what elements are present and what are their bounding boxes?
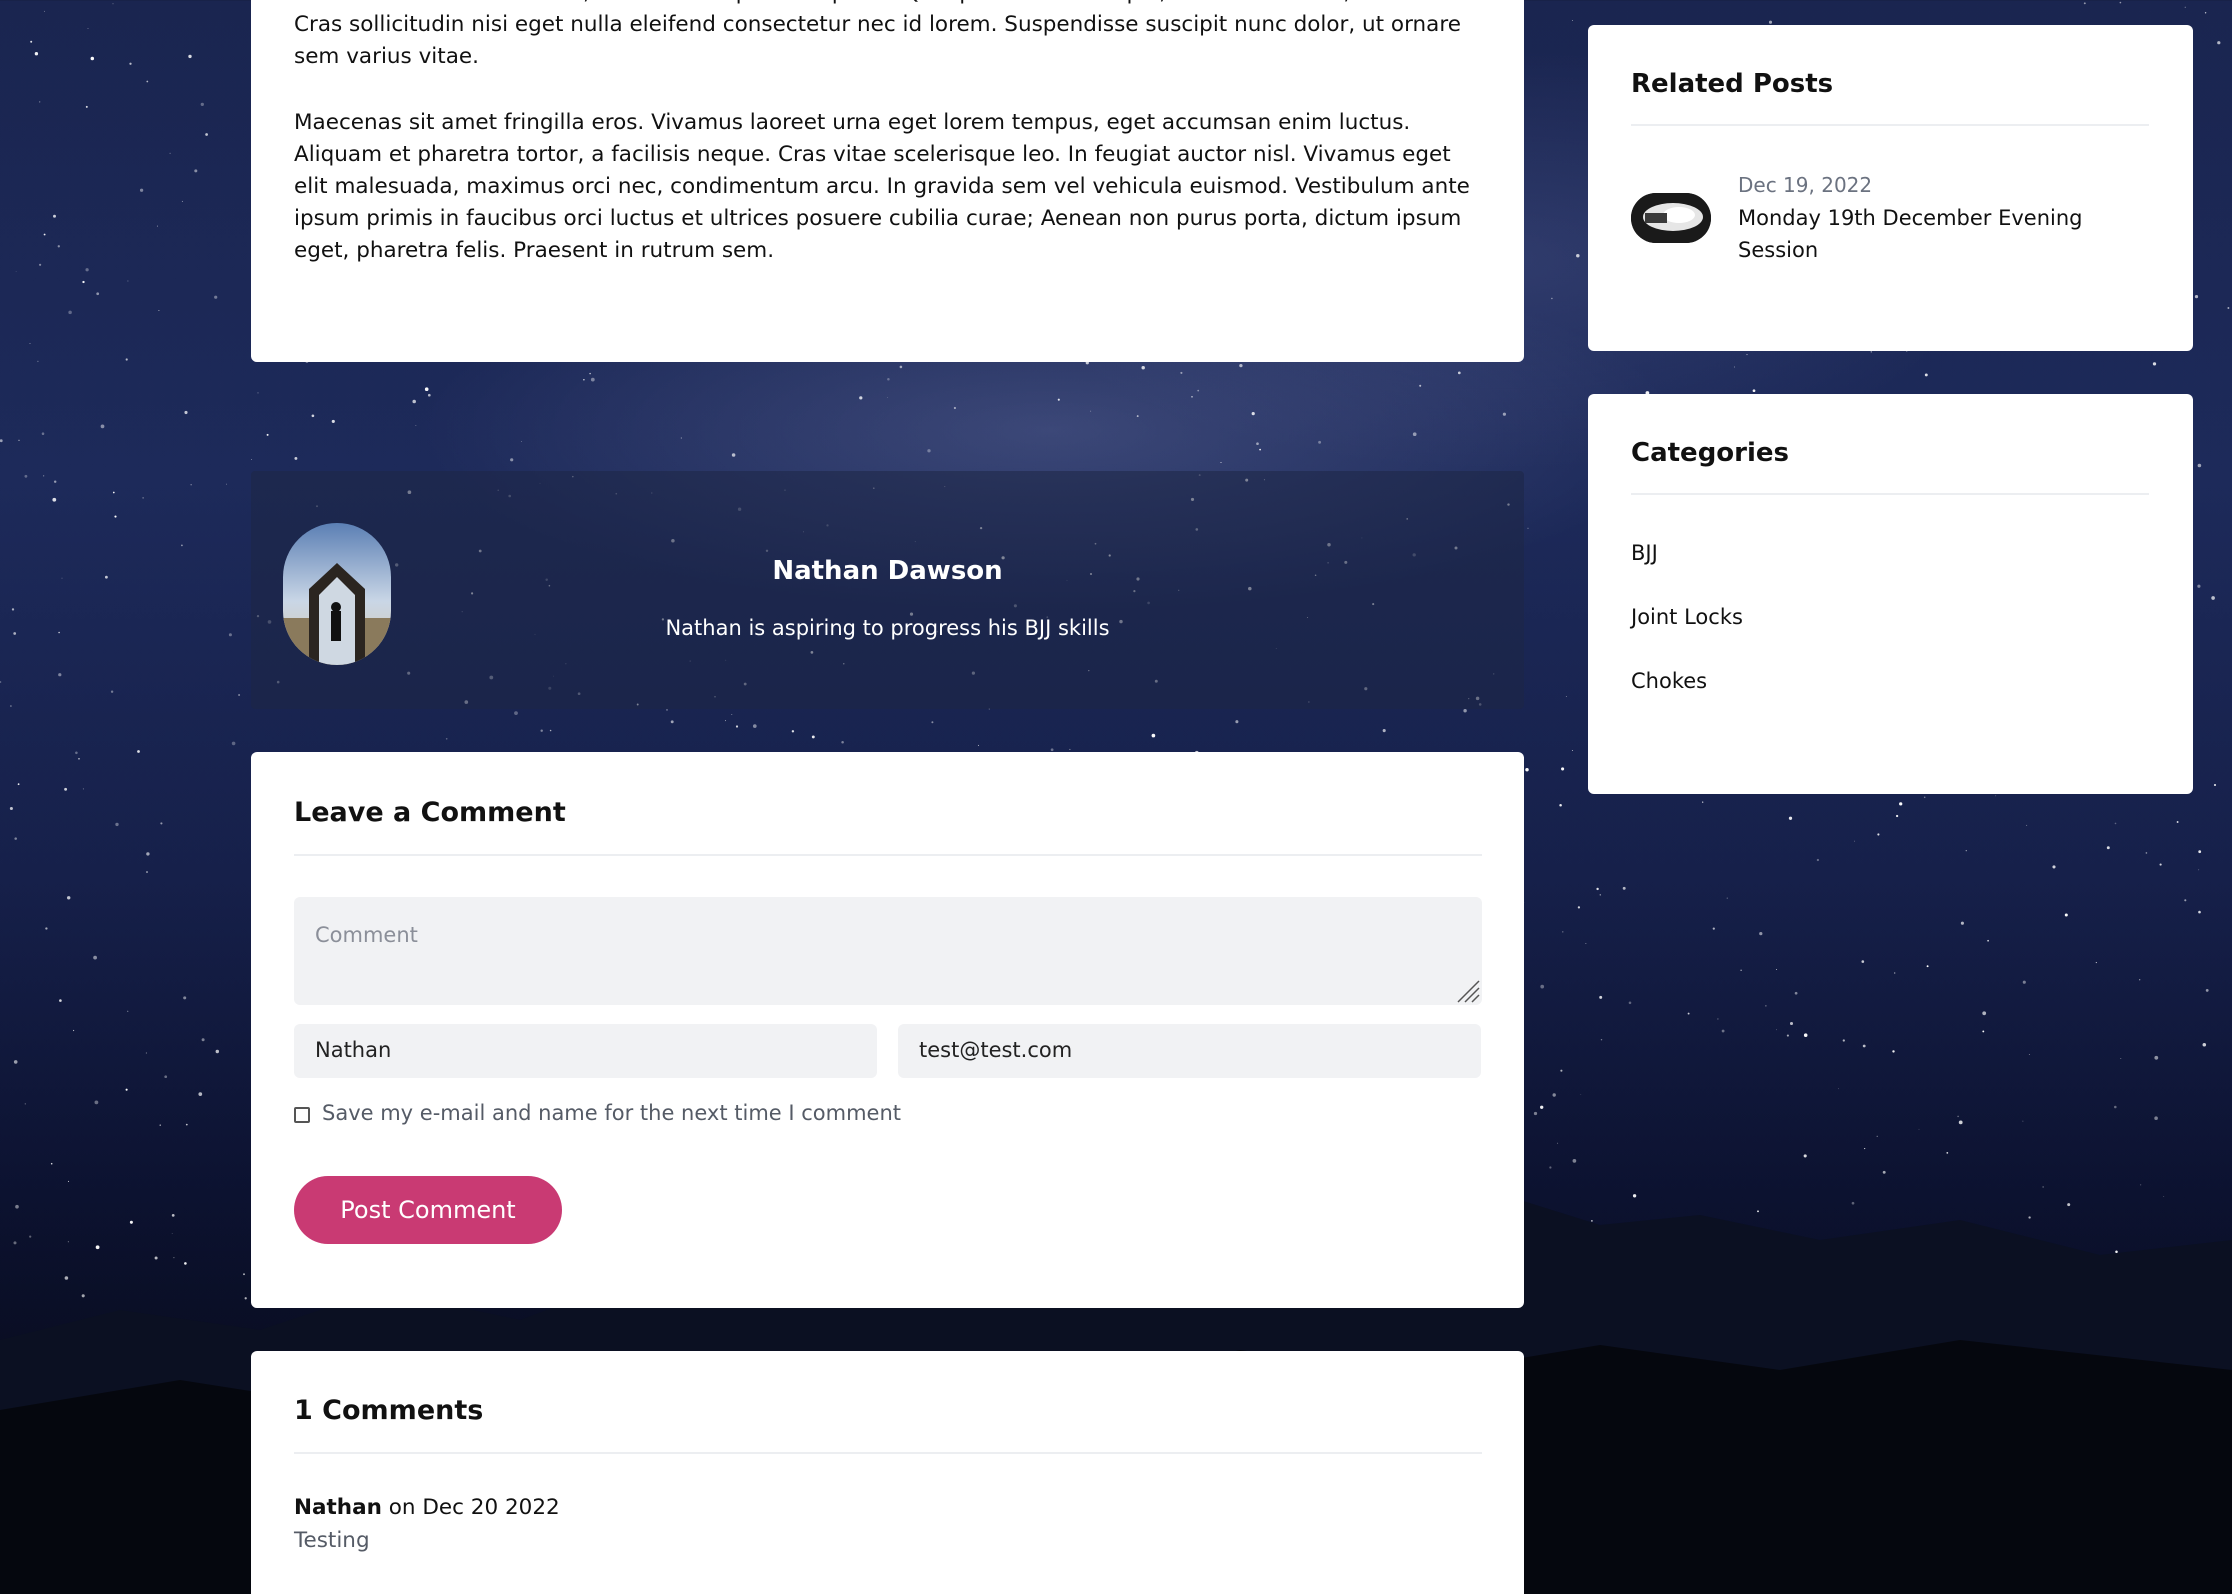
- email-field[interactable]: test@test.com: [898, 1024, 1481, 1078]
- email-field-value: test@test.com: [919, 1038, 1073, 1062]
- author-box: Nathan Dawson Nathan is aspiring to prog…: [251, 471, 1524, 709]
- comment-meta: Nathan on Dec 20 2022: [294, 1495, 560, 1520]
- save-info-checkbox[interactable]: [294, 1107, 310, 1123]
- author-bio: Nathan is aspiring to progress his BJJ s…: [665, 616, 1110, 640]
- categories-title: Categories: [1631, 438, 1790, 468]
- article-paragraph: Donec accumsan nibh felis, ac varius neq…: [294, 0, 1473, 69]
- name-field[interactable]: Nathan: [294, 1024, 877, 1078]
- comment-text: Testing: [294, 1528, 370, 1553]
- comments-card: 1 Comments Nathan on Dec 20 2022 Testing: [251, 1351, 1524, 1594]
- article-paragraph: Maecenas sit amet fringilla eros. Vivamu…: [294, 110, 1470, 263]
- name-field-value: Nathan: [315, 1038, 392, 1062]
- comments-title: 1 Comments: [294, 1395, 484, 1426]
- divider: [1631, 124, 2149, 126]
- post-comment-button[interactable]: Post Comment: [294, 1176, 562, 1244]
- comment-placeholder: Comment: [315, 923, 418, 947]
- author-name: Nathan Dawson: [772, 556, 1003, 586]
- save-info-label[interactable]: Save my e-mail and name for the next tim…: [322, 1101, 901, 1125]
- resize-handle-icon[interactable]: [1454, 977, 1480, 1003]
- comment-textarea[interactable]: Comment: [294, 897, 1482, 1005]
- divider: [294, 854, 1482, 856]
- related-posts-title: Related Posts: [1631, 69, 1834, 99]
- comment-form-title: Leave a Comment: [294, 797, 566, 828]
- author-avatar: [283, 523, 391, 665]
- related-posts-widget: Related Posts Dec 19, 2022 Monday 19th D…: [1588, 25, 2193, 351]
- category-link-joint-locks[interactable]: Joint Locks: [1631, 605, 1743, 629]
- article-card: Donec accumsan nibh felis, ac varius neq…: [251, 0, 1524, 362]
- comment-date: on Dec 20 2022: [381, 1495, 560, 1520]
- related-post-thumbnail[interactable]: [1631, 193, 1711, 243]
- divider: [1631, 493, 2149, 495]
- divider: [294, 1452, 1482, 1454]
- comment-author: Nathan: [294, 1495, 382, 1520]
- categories-widget: Categories BJJ Joint Locks Chokes: [1588, 394, 2193, 794]
- category-link-bjj[interactable]: BJJ: [1631, 541, 1658, 565]
- related-post-link[interactable]: Monday 19th December Evening Session: [1738, 202, 2138, 266]
- category-link-chokes[interactable]: Chokes: [1631, 669, 1707, 693]
- comment-form: Leave a Comment Comment Nathan test@test…: [251, 752, 1524, 1308]
- related-post-date: Dec 19, 2022: [1738, 173, 1873, 197]
